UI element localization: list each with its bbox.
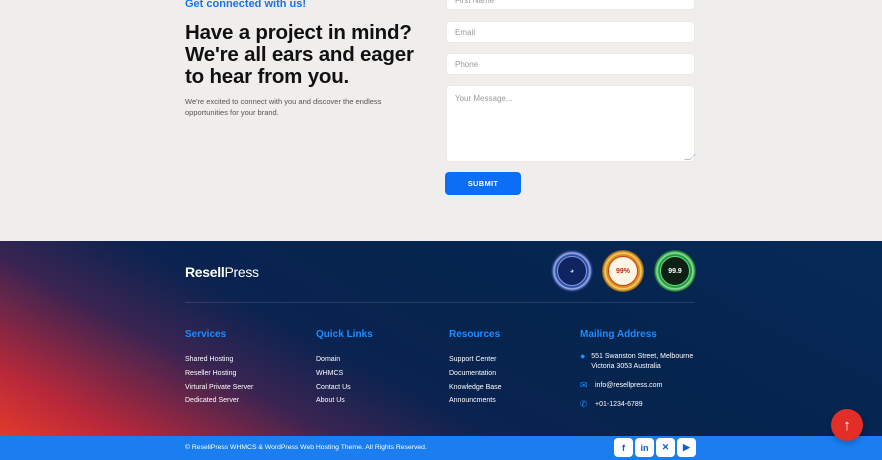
email-input[interactable] [447, 22, 694, 43]
footer-link[interactable]: Dedicated Server [185, 394, 253, 408]
linkedin-icon[interactable]: in [635, 438, 654, 457]
submit-button[interactable]: SUBMIT [445, 172, 521, 195]
footer-link[interactable]: Knowledge Base [449, 381, 502, 395]
facebook-icon[interactable]: f [614, 438, 633, 457]
footer-link[interactable]: Contact Us [316, 381, 351, 395]
arrow-up-icon: ↑ [843, 416, 851, 434]
map-pin-icon: ● [580, 351, 586, 361]
first-name-input[interactable] [447, 0, 694, 10]
quick-links-list: Domain WHMCS Contact Us About Us [316, 353, 351, 408]
uptime-badge-blue: ◕ [551, 250, 593, 292]
badge-center: ◕ [557, 256, 587, 286]
address-row: ● 551 Swanston Street, Melbourne Victori… [580, 352, 700, 371]
uptime-badge-gold: 99% [602, 250, 644, 292]
contact-section: Get connected with us! Have a project in… [0, 0, 882, 241]
back-to-top-button[interactable]: ↑ [831, 409, 863, 441]
footer-link[interactable]: Domain [316, 353, 351, 367]
footer-link[interactable]: Virtural Private Server [185, 381, 253, 395]
youtube-icon[interactable]: ▶ [677, 438, 696, 457]
resources-list: Support Center Documentation Knowledge B… [449, 353, 502, 408]
bottom-bar: © ResellPress WHMCS & WordPress Web Host… [0, 436, 882, 460]
mail-icon: ✉ [580, 380, 588, 390]
email-row[interactable]: ✉ info@resellpress.com [580, 381, 662, 391]
email-text[interactable]: info@resellpress.com [595, 381, 662, 391]
message-textarea[interactable] [447, 86, 694, 161]
quick-links-title: Quick Links [316, 329, 373, 340]
resources-title: Resources [449, 329, 501, 340]
section-eyebrow: Get connected with us! [185, 0, 307, 10]
copyright-text: © ResellPress WHMCS & WordPress Web Host… [185, 444, 427, 451]
uptime-badge-green: 99.9 [654, 250, 696, 292]
footer-divider [185, 302, 695, 303]
phone-input[interactable] [447, 54, 694, 75]
address-text: 551 Swanston Street, Melbourne Victoria … [591, 353, 694, 370]
logo-light: Press [224, 264, 259, 280]
contact-headline: Have a project in mind? We're all ears a… [185, 21, 414, 88]
footer-logo[interactable]: ResellPress [185, 264, 259, 280]
footer-link[interactable]: Announcments [449, 394, 502, 408]
phone-field[interactable] [446, 53, 695, 75]
site-footer: ResellPress ◕ 99% 99.9 Services Shared H… [0, 241, 882, 436]
badge-center: 99% [608, 256, 638, 286]
footer-link[interactable]: Support Center [449, 353, 502, 367]
footer-link[interactable]: Reseller Hosting [185, 367, 253, 381]
message-field[interactable] [446, 85, 696, 162]
badge-center: 99.9 [660, 256, 690, 286]
phone-icon: ✆ [580, 399, 588, 409]
email-field[interactable] [446, 21, 695, 43]
footer-link[interactable]: WHMCS [316, 367, 351, 381]
footer-link[interactable]: Documentation [449, 367, 502, 381]
footer-link[interactable]: Shared Hosting [185, 353, 253, 367]
logo-strong: Resell [185, 264, 225, 280]
services-title: Services [185, 329, 227, 340]
services-list: Shared Hosting Reseller Hosting Virtural… [185, 353, 253, 408]
footer-link[interactable]: About Us [316, 394, 351, 408]
x-icon[interactable]: ✕ [656, 438, 675, 457]
phone-row[interactable]: ✆ +01-1234-6789 [580, 400, 643, 410]
first-name-field[interactable] [446, 0, 695, 10]
contact-lede: We're excited to connect with you and di… [185, 97, 382, 117]
mailing-title: Mailing Address [580, 329, 657, 340]
phone-text[interactable]: +01-1234-6789 [595, 400, 643, 410]
